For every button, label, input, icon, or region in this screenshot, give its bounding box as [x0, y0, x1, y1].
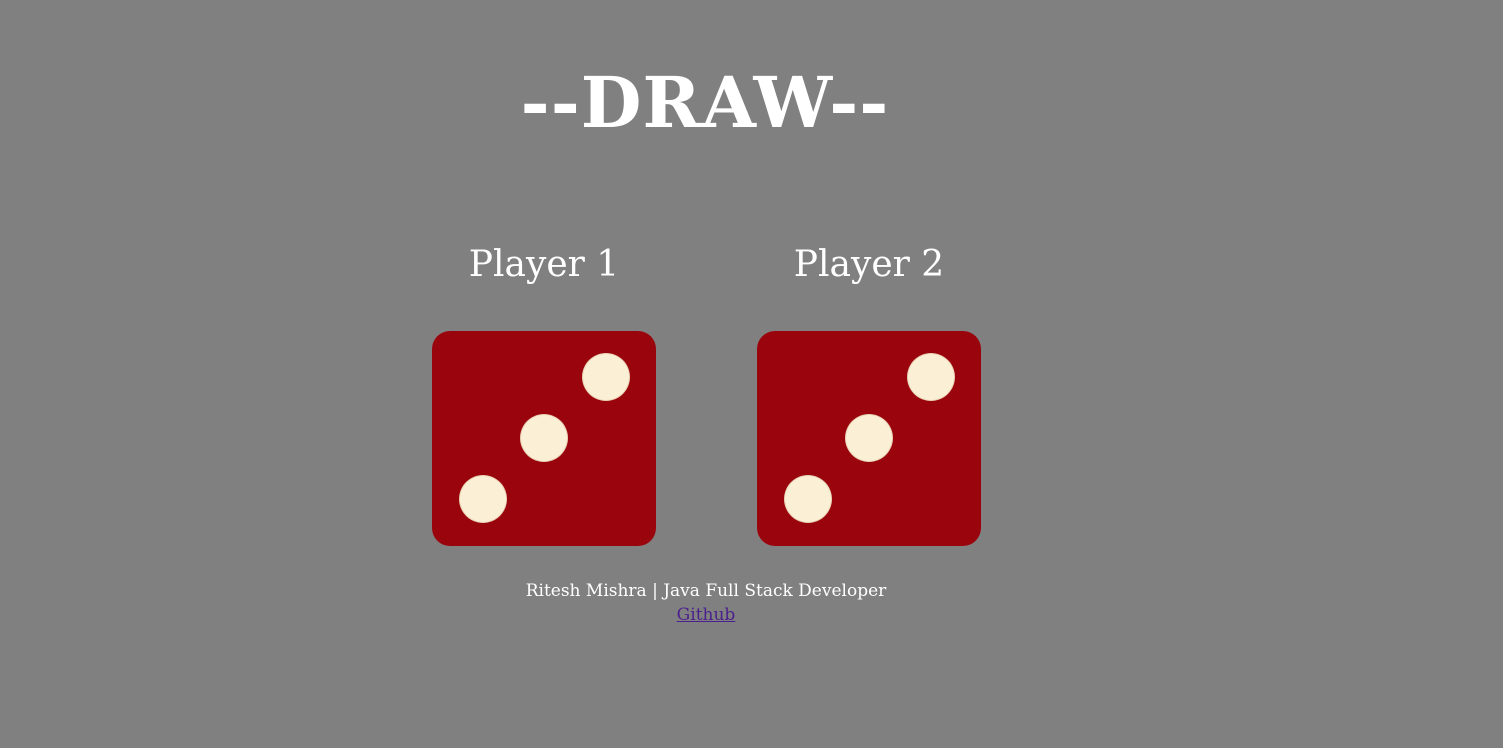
- result-title: --DRAW--: [520, 61, 890, 144]
- player-2-label: Player 2: [793, 244, 945, 285]
- github-link[interactable]: Github: [677, 605, 736, 625]
- player-1-label: Player 1: [468, 244, 620, 285]
- game-page: --DRAW-- Player 1 Player 2 Ritesh Mishra…: [0, 0, 1503, 748]
- dice-pip: [521, 415, 567, 461]
- dice-pip: [908, 354, 954, 400]
- dice-pip: [785, 476, 831, 522]
- player-2-panel: Player 2: [757, 230, 981, 546]
- player-1-panel: Player 1: [432, 230, 656, 546]
- author-credit: Ritesh Mishra | Java Full Stack Develope…: [525, 581, 887, 601]
- dice-pip: [460, 476, 506, 522]
- dice-pip: [583, 354, 629, 400]
- player-1-dice: [432, 331, 656, 546]
- dice-pip: [846, 415, 892, 461]
- player-2-dice: [757, 331, 981, 546]
- footer: Ritesh Mishra | Java Full Stack Develope…: [0, 579, 1412, 627]
